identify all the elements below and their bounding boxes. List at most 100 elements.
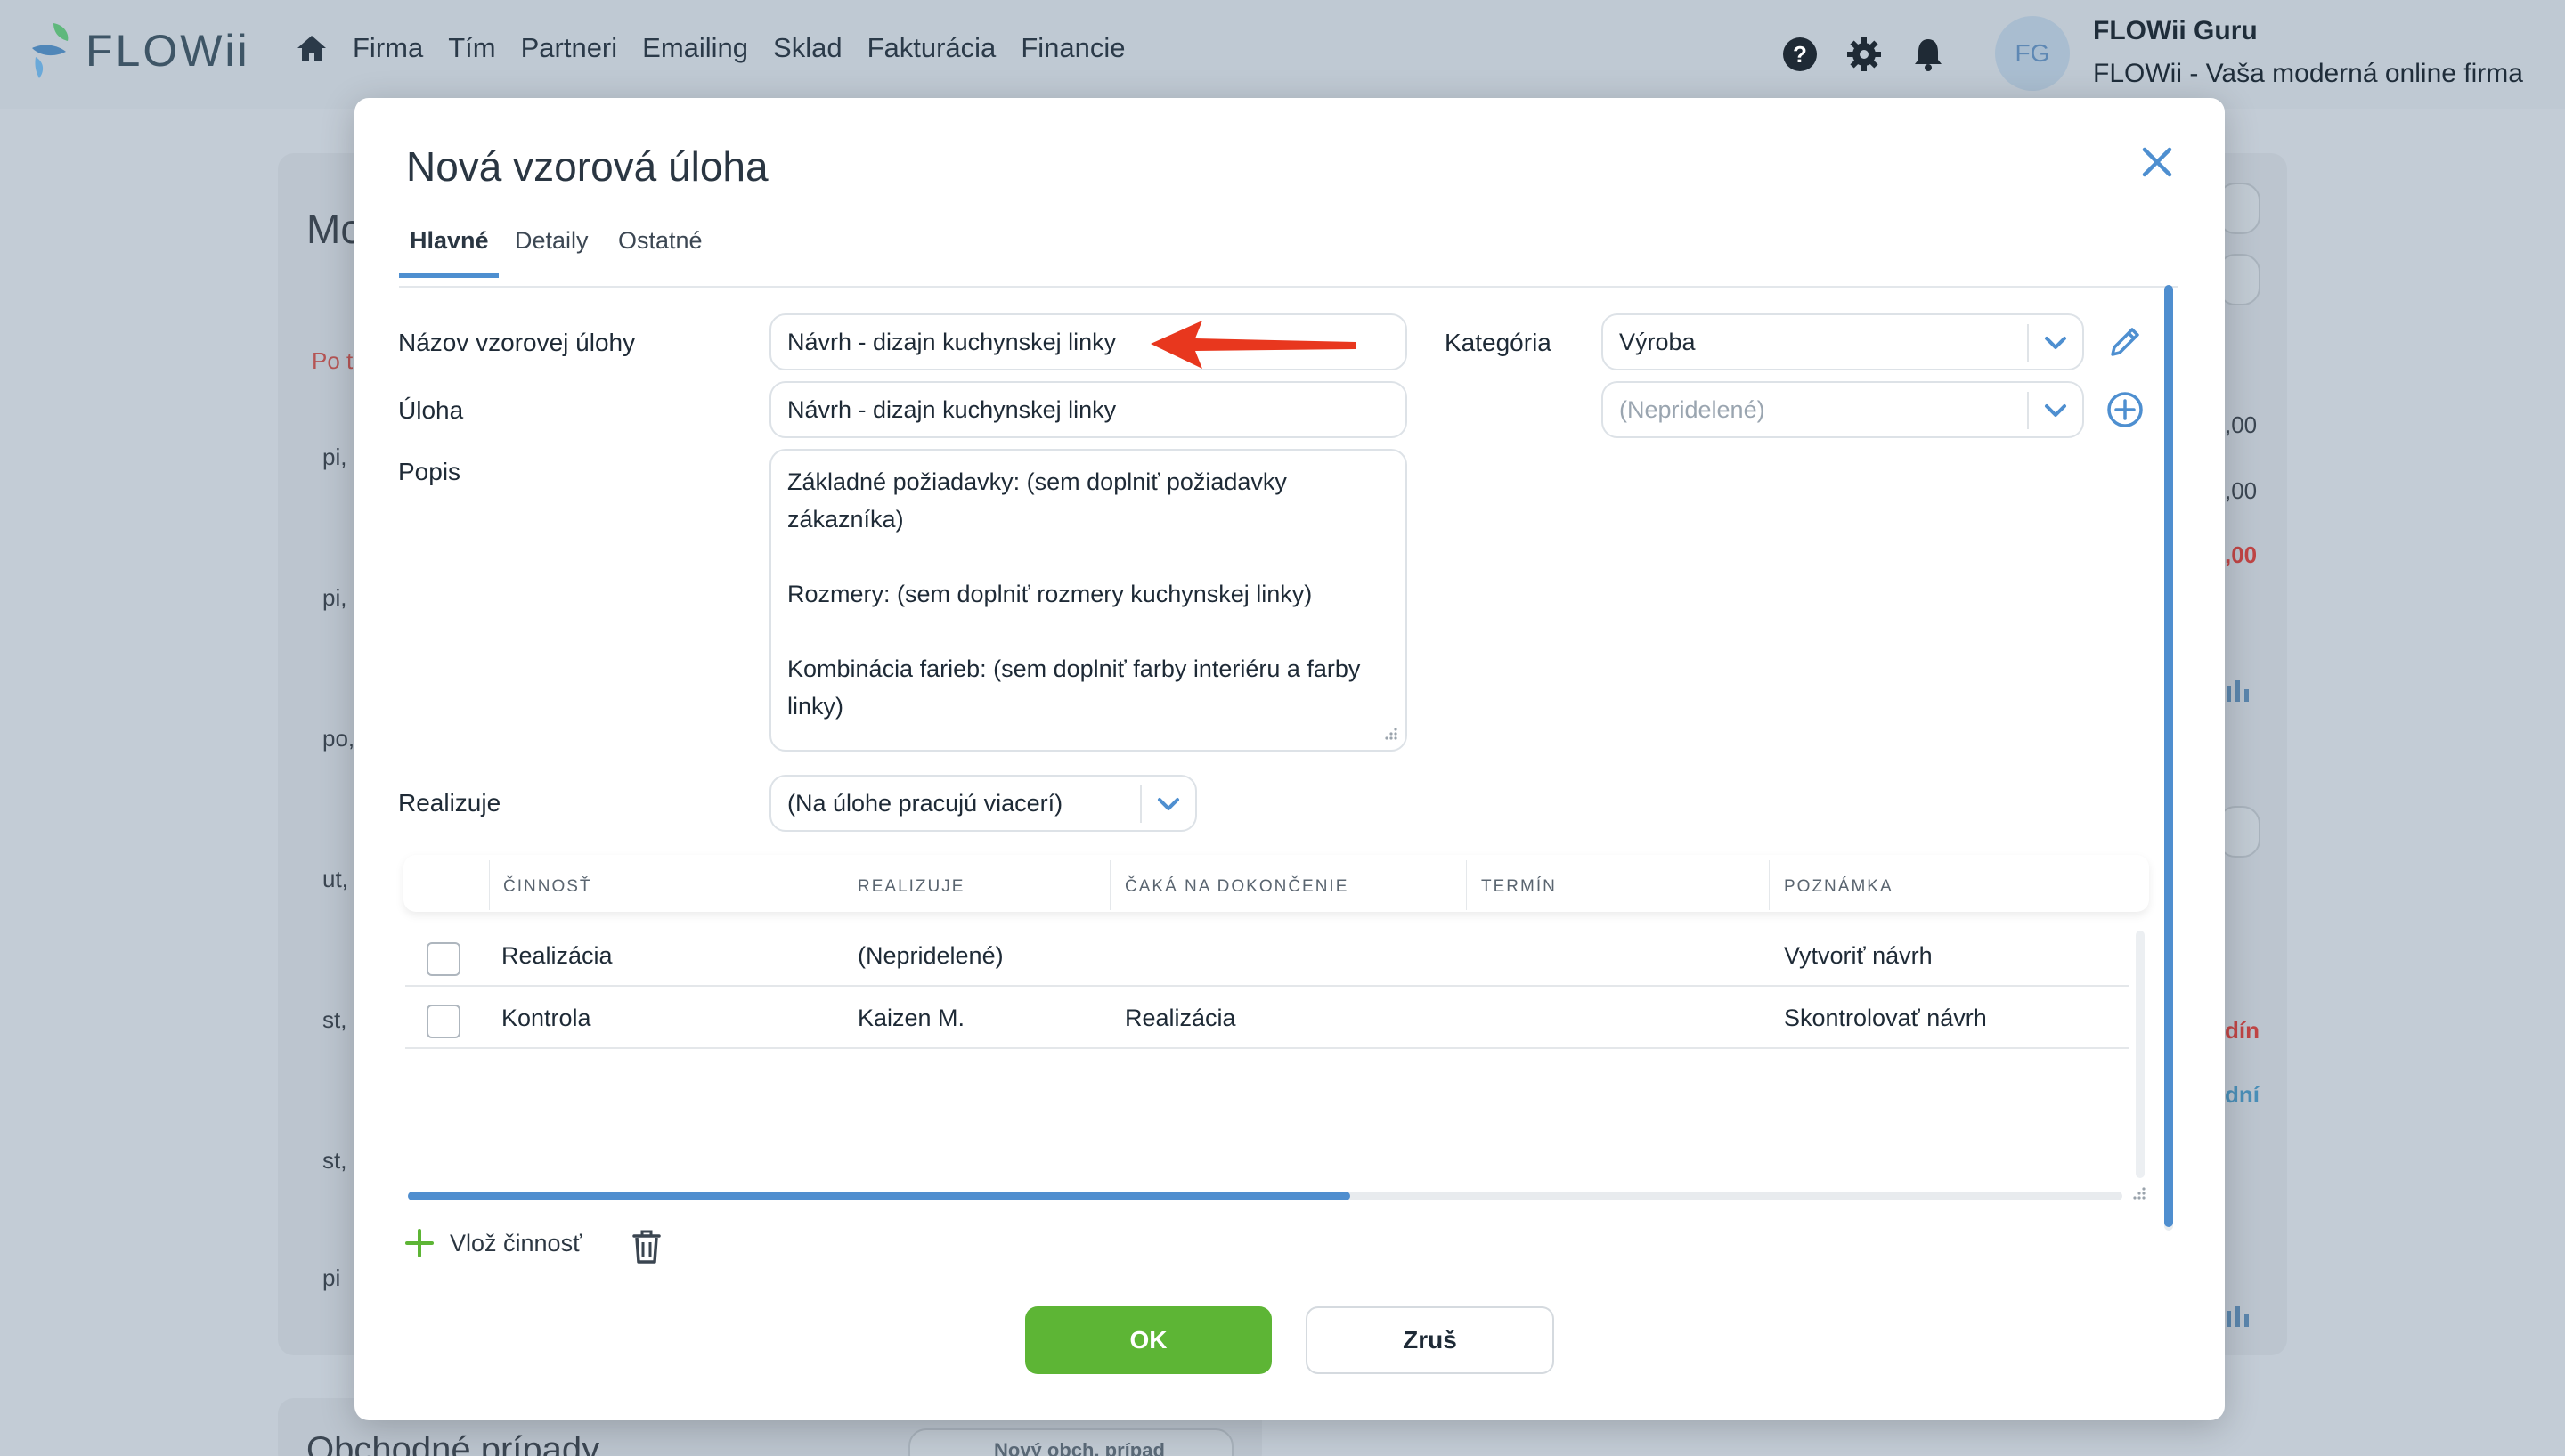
red-arrow-annotation (1151, 321, 1356, 369)
column-header-waits-for[interactable]: ČAKÁ NA DOKONČENIE (1125, 877, 1348, 897)
nav-item-tim[interactable]: Tím (448, 32, 495, 64)
background-day: st, (322, 1147, 347, 1174)
category-value: Výroba (1619, 328, 1696, 355)
background-day: pi (322, 1265, 341, 1291)
user-name[interactable]: FLOWii Guru (2093, 16, 2258, 46)
table-row[interactable]: Kontrola Kaizen M. Realizácia Skontrolov… (405, 987, 2129, 1049)
plus-icon (405, 1229, 434, 1257)
user-company: FLOWii - Vaša moderná online firma (2093, 59, 2523, 88)
category-label: Kategória (1445, 329, 1551, 356)
dialog-scrollbar-thumb[interactable] (2164, 285, 2173, 1227)
column-separator (489, 860, 490, 910)
description-line (787, 538, 1389, 575)
chevron-down-icon (2045, 404, 2066, 417)
table-vertical-scrollbar[interactable] (2136, 931, 2145, 1178)
row-checkbox[interactable] (427, 1005, 460, 1038)
add-circle-icon[interactable] (2105, 390, 2145, 429)
gear-icon[interactable] (1845, 36, 1883, 73)
description-line: Kombinácia farieb: (sem doplniť farby in… (787, 655, 1361, 682)
background-day: pi, (322, 584, 347, 611)
column-separator (1769, 860, 1770, 910)
select-divider (1140, 785, 1142, 823)
background-day: ut, (322, 866, 348, 892)
home-icon[interactable] (294, 30, 330, 66)
tab-hlavne[interactable]: Hlavné (410, 227, 489, 255)
chevron-down-icon (2045, 337, 2066, 349)
add-activity-label: Vlož činnosť (450, 1229, 582, 1257)
subcategory-placeholder: (Nepridelené) (1619, 395, 1765, 423)
cancel-button[interactable]: Zruš (1306, 1306, 1554, 1374)
add-activity-button[interactable]: Vlož činnosť (405, 1229, 582, 1257)
task-input[interactable]: Návrh - dizajn kuchynskej linky (770, 381, 1407, 438)
help-icon[interactable]: ? (1781, 36, 1819, 73)
background-amount: ,00 (2225, 477, 2258, 504)
flowii-logo-icon (32, 23, 69, 78)
select-divider (2027, 324, 2029, 362)
top-navigation-bar: FLOWii Firma Tím Partneri Emailing Sklad… (0, 0, 2565, 109)
background-bottom-button-label: Nový obch. prípad (994, 1439, 1165, 1456)
assignee-value: (Na úlohe pracujú viacerí) (787, 789, 1063, 817)
description-line: linky) (787, 693, 844, 720)
description-line: Základné požiadavky: (sem doplniť požiad… (787, 468, 1287, 495)
background-label: dní (2225, 1081, 2260, 1108)
tab-detaily[interactable]: Detaily (515, 227, 589, 255)
template-name-label: Názov vzorovej úlohy (398, 329, 636, 356)
column-header-note[interactable]: POZNÁMKA (1784, 877, 1893, 897)
column-header-assignee[interactable]: REALIZUJE (858, 877, 965, 897)
table-horizontal-scrollbar-thumb[interactable] (408, 1192, 1350, 1200)
top-icons: ? (1781, 36, 1974, 73)
activities-table-header: ČINNOSŤ REALIZUJE ČAKÁ NA DOKONČENIE TER… (403, 855, 2149, 912)
cell-activity: Kontrola (501, 1005, 591, 1031)
table-row[interactable]: Realizácia (Nepridelené) Vytvoriť návrh (405, 924, 2129, 987)
active-tab-indicator (399, 273, 499, 278)
category-select[interactable]: Výroba (1601, 313, 2084, 370)
nav-item-financie[interactable]: Financie (1021, 32, 1125, 64)
new-template-task-dialog: Nová vzorová úloha Hlavné Detaily Ostatn… (354, 98, 2225, 1420)
column-header-activity[interactable]: ČINNOSŤ (503, 877, 592, 897)
nav-item-fakturacia[interactable]: Fakturácia (867, 32, 997, 64)
nav-item-firma[interactable]: Firma (353, 32, 423, 64)
background-amount: ,00 (2225, 541, 2258, 568)
cell-note: Vytvoriť návrh (1784, 942, 1933, 969)
resize-grip-icon[interactable] (1382, 727, 1398, 743)
background-filter: Po t (312, 347, 354, 374)
cell-activity: Realizácia (501, 942, 613, 969)
description-line: Rozmery: (sem doplniť rozmery kuchynskej… (787, 581, 1313, 607)
user-avatar[interactable]: FG (1995, 16, 2070, 91)
nav-item-partneri[interactable]: Partneri (521, 32, 618, 64)
close-icon[interactable] (2139, 144, 2175, 180)
dialog-title: Nová vzorová úloha (406, 143, 769, 190)
description-textarea[interactable]: Základné požiadavky: (sem doplniť požiad… (770, 449, 1407, 752)
column-header-deadline[interactable]: TERMÍN (1481, 877, 1557, 897)
flowii-logo[interactable]: FLOWii (27, 21, 250, 80)
pencil-icon[interactable] (2105, 322, 2145, 362)
brand-name: FLOWii (86, 26, 250, 76)
ok-button[interactable]: OK (1025, 1306, 1272, 1374)
cell-assignee: Kaizen M. (858, 1005, 965, 1031)
tab-ostatne[interactable]: Ostatné (618, 227, 703, 255)
trash-icon[interactable] (631, 1229, 663, 1265)
description-label: Popis (398, 458, 461, 485)
description-line: zákazníka) (787, 506, 904, 533)
task-label: Úloha (398, 396, 464, 424)
description-line (787, 613, 1389, 650)
subcategory-select[interactable]: (Nepridelené) (1601, 381, 2084, 438)
chart-icon (2227, 680, 2249, 702)
bell-icon[interactable] (1910, 36, 1947, 73)
svg-text:?: ? (1793, 41, 1807, 68)
nav-item-emailing[interactable]: Emailing (642, 32, 748, 64)
column-separator (1110, 860, 1111, 910)
assignee-label: Realizuje (398, 789, 501, 817)
row-checkbox[interactable] (427, 942, 460, 976)
resize-grip-icon[interactable] (2130, 1186, 2146, 1202)
nav-item-sklad[interactable]: Sklad (773, 32, 843, 64)
background-day: st, (322, 1006, 347, 1033)
background-label: dín (2225, 1017, 2260, 1044)
assignee-select[interactable]: (Na úlohe pracujú viacerí) (770, 775, 1197, 832)
cell-waits-for: Realizácia (1125, 1005, 1236, 1031)
background-day: po, (322, 725, 355, 752)
background-amount: ,00 (2225, 411, 2258, 438)
task-value: Návrh - dizajn kuchynskej linky (787, 395, 1117, 423)
cell-note: Skontrolovať návrh (1784, 1005, 1987, 1031)
column-separator (1466, 860, 1467, 910)
